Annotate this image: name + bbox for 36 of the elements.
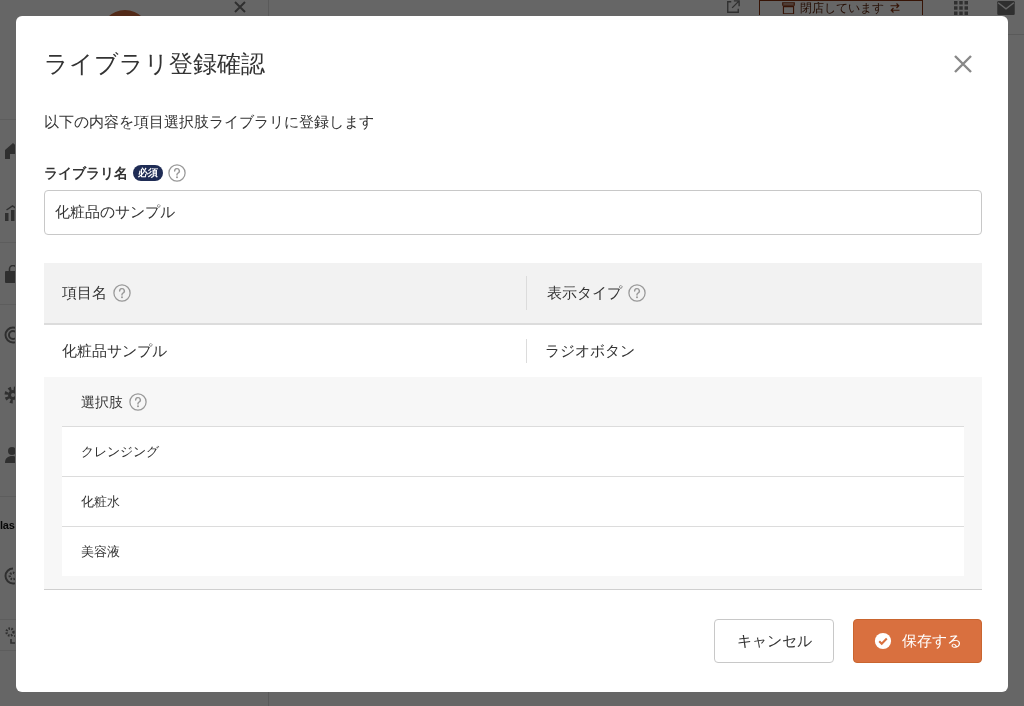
- help-icon[interactable]: [129, 392, 147, 411]
- column-header: 項目名: [62, 283, 107, 303]
- help-icon[interactable]: [628, 284, 646, 302]
- external-link-icon[interactable]: [726, 0, 740, 14]
- shopping-bag-icon[interactable]: [4, 264, 15, 283]
- help-icon[interactable]: [168, 164, 186, 182]
- bar-chart-icon[interactable]: [4, 202, 15, 221]
- option-cell: 美容液: [62, 526, 964, 576]
- grid-icon[interactable]: [954, 1, 968, 15]
- option-cell: クレンジング: [62, 426, 964, 476]
- gear-icon[interactable]: [4, 386, 15, 404]
- dialog-title: ライブラリ登録確認: [44, 49, 265, 80]
- close-icon[interactable]: [234, 1, 246, 13]
- table-cell: 化粧品サンプル: [62, 341, 167, 361]
- close-icon: [953, 54, 973, 74]
- sidebar-section-label: las: [0, 519, 15, 531]
- required-badge: 必須: [133, 165, 163, 181]
- check-circle-icon: [873, 632, 892, 650]
- swap-icon: [888, 2, 901, 14]
- column-header: 表示タイプ: [547, 283, 622, 303]
- dialog-description: 以下の内容を項目選択肢ライブラリに登録します: [44, 112, 375, 133]
- ring-icon[interactable]: [4, 326, 15, 344]
- field-label: ライブラリ名: [44, 164, 128, 183]
- store-icon: [781, 2, 795, 14]
- help-icon[interactable]: [113, 284, 131, 302]
- home-icon[interactable]: [4, 141, 15, 160]
- cancel-button[interactable]: キャンセル: [714, 619, 834, 663]
- option-cell: 化粧水: [62, 476, 964, 526]
- options-heading: 選択肢: [81, 392, 123, 412]
- table-cell: ラジオボタン: [545, 341, 635, 361]
- library-name-field[interactable]: 化粧品のサンプル: [44, 190, 982, 235]
- gear-clock-icon[interactable]: [4, 567, 15, 585]
- gear-document-icon[interactable]: [4, 626, 15, 644]
- close-button[interactable]: [953, 54, 973, 74]
- mail-icon[interactable]: [997, 1, 1015, 15]
- person-icon[interactable]: [4, 446, 15, 464]
